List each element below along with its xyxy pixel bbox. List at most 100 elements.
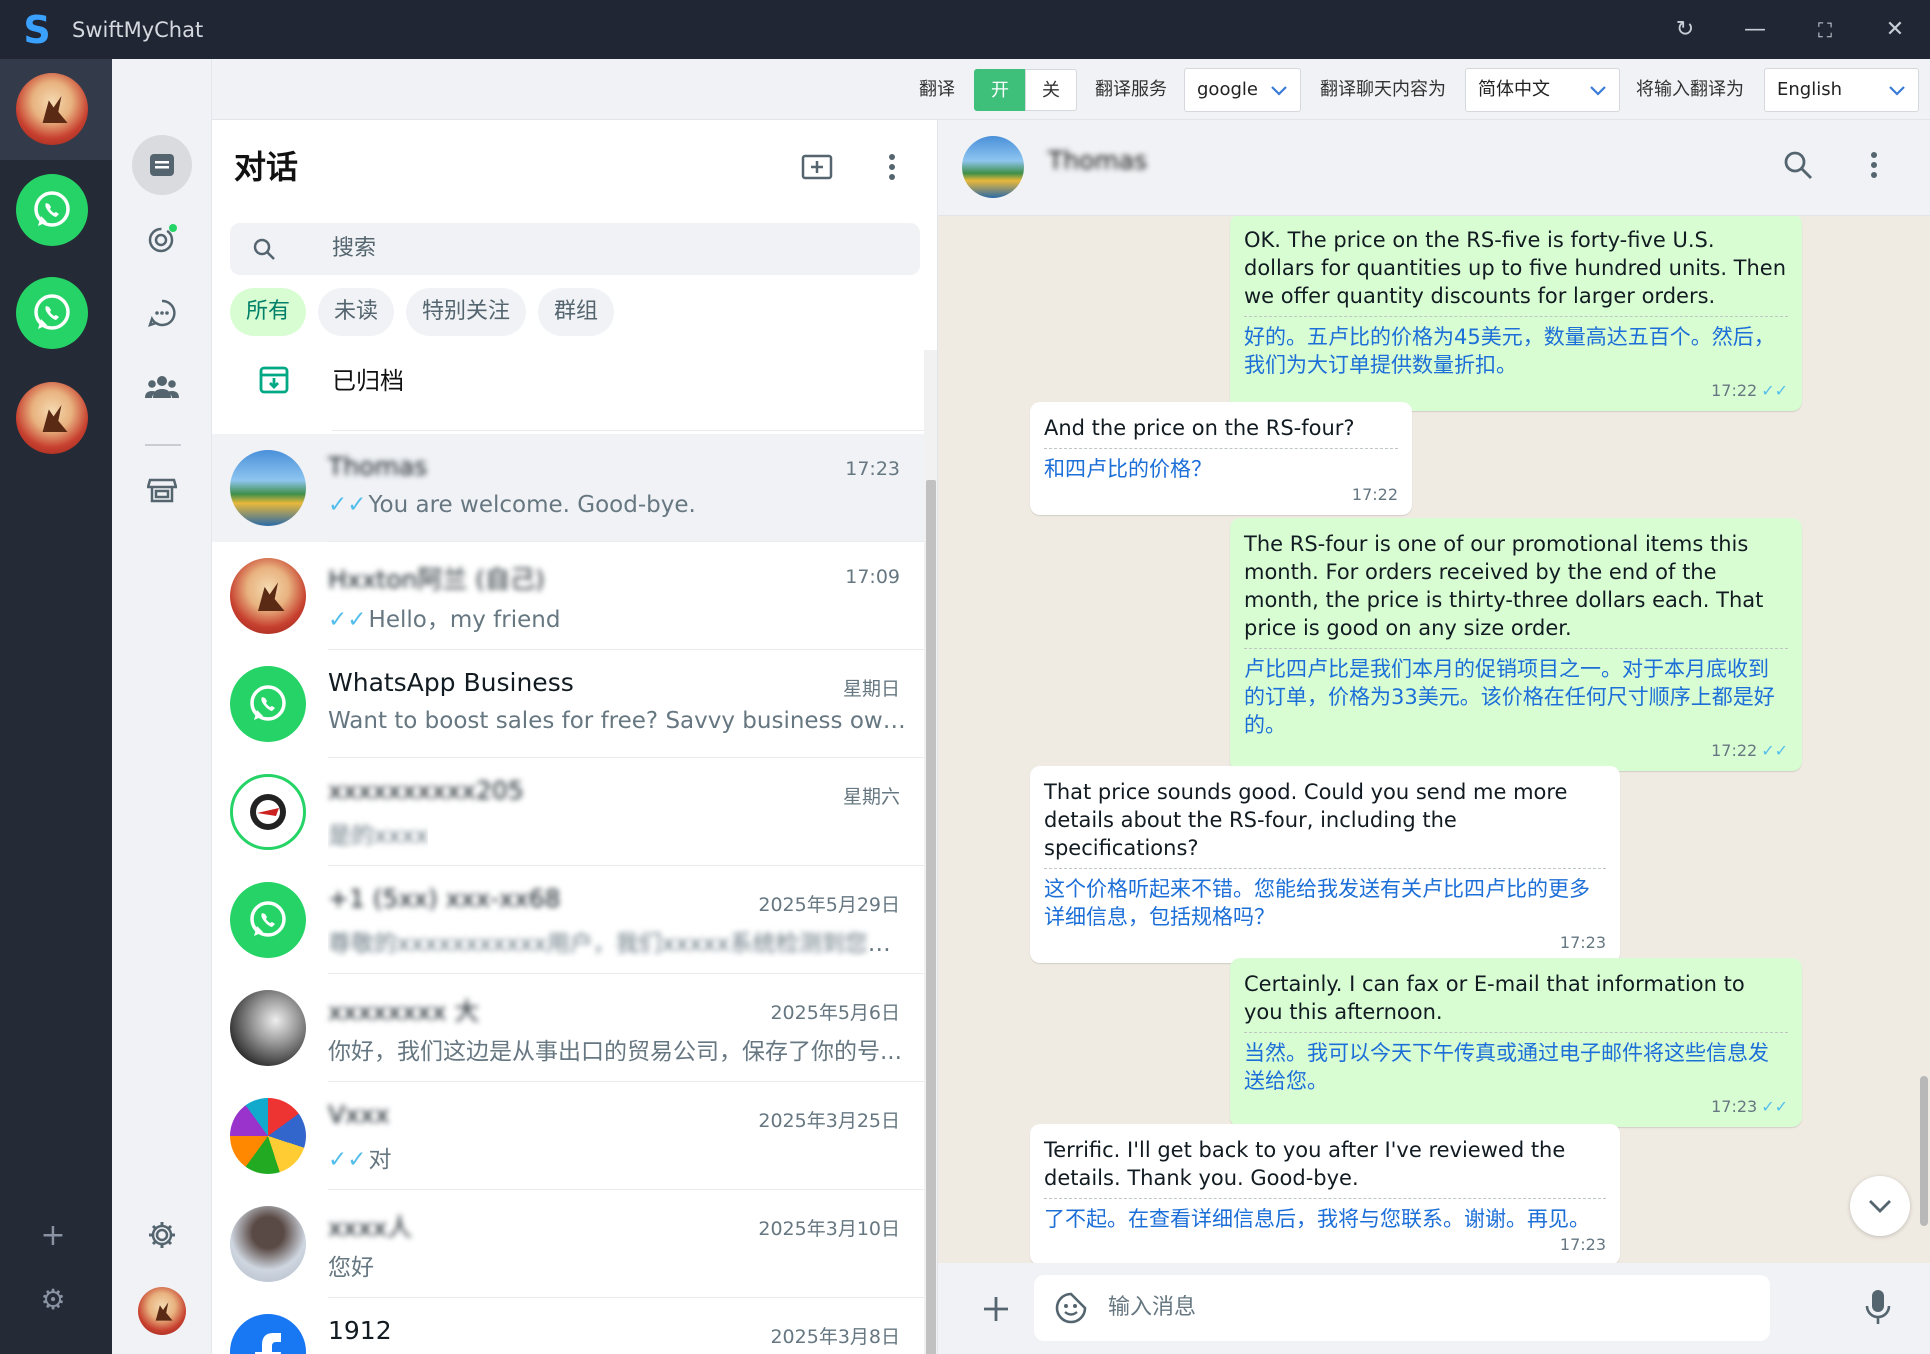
outgoing-message[interactable]: OK. The price on the RS-five is forty-fi… (1230, 216, 1802, 411)
conversation-panel: Thomas OK. The price on the RS-five is f… (938, 120, 1930, 1354)
chat-list-scrollbar[interactable] (924, 350, 937, 1354)
nav-chats[interactable] (132, 135, 192, 195)
chat-time: 星期日 (842, 678, 900, 700)
account-whatsapp-1[interactable] (16, 174, 88, 246)
account-avatar-2[interactable] (16, 382, 88, 454)
chat-translate-select[interactable]: 简体中文 (1465, 68, 1620, 112)
incoming-message[interactable]: Terrific. I'll get back to you after I'v… (1030, 1124, 1620, 1263)
translate-off-button[interactable]: 关 (1025, 69, 1077, 111)
list-menu-button[interactable] (882, 150, 902, 184)
contact-avatar[interactable] (962, 136, 1024, 198)
chat-avatar (230, 990, 306, 1066)
message-meta: 17:22 ✓✓ (1244, 741, 1788, 761)
chat-avatar (230, 558, 306, 634)
nav-profile[interactable] (132, 1281, 192, 1341)
incoming-message[interactable]: And the price on the RS-four? 和四卢比的价格？ 17:… (1030, 402, 1412, 515)
chat-name: xxxxxxxxxx205 (328, 776, 524, 805)
nav-status[interactable] (132, 209, 192, 269)
chat-row[interactable]: +1 (5xx) xxx-xx68 2025年5月29日 尊敬的xxxxxxxxxx… (212, 866, 924, 974)
chat-preview: ✓✓You are welcome. Good-bye. (328, 492, 696, 518)
chat-row[interactable]: Thomas 17:23 ✓✓You are welcome. Good-bye. (212, 434, 924, 542)
nav-communities[interactable] (132, 357, 192, 417)
whatsapp-icon (250, 901, 286, 937)
search-icon (252, 237, 276, 265)
chat-time: 星期六 (842, 786, 900, 808)
voice-message-button[interactable] (1864, 1287, 1892, 1331)
account-whatsapp-2[interactable] (16, 277, 88, 349)
account-rail: + ⚙ (0, 59, 112, 1354)
add-account-button[interactable]: + (38, 1221, 68, 1251)
emoji-button[interactable] (1054, 1291, 1088, 1329)
message-scrollbar[interactable] (1918, 216, 1930, 1263)
message-meta: 17:22 (1044, 485, 1398, 505)
message-time: 17:22 (1711, 381, 1758, 400)
search-icon (1784, 151, 1812, 179)
message-input[interactable]: 输入消息 (1108, 1275, 1196, 1341)
chip-groups[interactable]: 群组 (538, 288, 615, 336)
translate-on-button[interactable]: 开 (974, 69, 1026, 111)
message-text: And the price on the RS-four? (1044, 416, 1355, 440)
chat-preview: Want to boost sales for free? Savvy busi… (328, 708, 908, 734)
whatsapp-icon (34, 294, 70, 330)
scroll-to-bottom-button[interactable] (1850, 1176, 1910, 1236)
maximize-button[interactable]: ⛶ (1790, 0, 1860, 59)
chat-row[interactable]: xxxx人 2025年3月10日 您好 (212, 1190, 924, 1298)
chat-preview: 你好，我们这边是从事出口的贸易公司，保存了你的号... (328, 1032, 902, 1066)
chat-row[interactable]: xxxxxxxxxx205 星期六是的xxxx (212, 758, 924, 866)
close-icon: ✕ (1885, 17, 1905, 42)
chat-row[interactable]: Vxxx 2025年3月25日 ✓✓对 (212, 1082, 924, 1190)
chat-row[interactable]: 1912 2025年3月8日 (212, 1298, 924, 1354)
archived-row[interactable]: 已归档 (212, 348, 937, 414)
chip-unread[interactable]: 未读 (318, 288, 395, 336)
search-input[interactable]: 搜索 (332, 223, 376, 275)
chat-time: 17:23 (845, 458, 900, 480)
double-check-icon: ✓✓ (1761, 741, 1788, 760)
close-button[interactable]: ✕ (1860, 0, 1930, 59)
chat-preview-text: 尊敬的xxxxxxxxxxx用户，我们xxxxx系统检测到您目前... (328, 931, 908, 957)
message-translation: 了不起。在查看详细信息后，我将与您联系。谢谢。再见。 (1044, 1198, 1606, 1233)
service-select[interactable]: google (1184, 68, 1301, 112)
message-text: OK. The price on the RS-five is forty-fi… (1244, 228, 1787, 308)
chat-list-scroll-thumb[interactable] (926, 480, 936, 1354)
plus-icon: + (40, 1218, 66, 1253)
account-avatar-1[interactable] (16, 73, 88, 145)
message-time: 17:22 (1351, 485, 1398, 504)
message-translation: 卢比四卢比是我们本月的促销项目之一。对于本月底收到的订单，价格为33美元。该价格… (1244, 648, 1788, 739)
outgoing-message[interactable]: The RS-four is one of our promotional it… (1230, 518, 1802, 771)
app-logo: S (23, 7, 51, 52)
maximize-icon: ⛶ (1818, 17, 1832, 42)
chat-preview: 您好 (328, 1248, 374, 1282)
rail-settings-button[interactable]: ⚙ (38, 1285, 68, 1315)
input-translate-select[interactable]: English (1764, 68, 1919, 112)
conversation-search-button[interactable] (1783, 150, 1813, 184)
message-scroll-thumb[interactable] (1920, 1076, 1928, 1226)
new-chat-button[interactable] (800, 150, 834, 184)
chat-row[interactable]: xxxxxxxx 大 2025年5月6日 你好，我们这边是从事出口的贸易公司，保存了… (212, 974, 924, 1082)
translate-label: 翻译 (919, 79, 955, 100)
chat-preview: 是的xxxx (328, 816, 428, 850)
search-box[interactable]: 搜索 (230, 223, 920, 275)
minimize-button[interactable]: — (1720, 0, 1790, 59)
nav-business-tools[interactable] (132, 460, 192, 520)
conversation-header[interactable]: Thomas (938, 120, 1930, 216)
nav-settings[interactable] (132, 1205, 192, 1265)
message-time: 17:22 (1711, 741, 1758, 760)
plus-icon (984, 1297, 1008, 1321)
message-input-field[interactable]: 输入消息 (1034, 1275, 1770, 1341)
chat-row[interactable]: Hxxton阿兰 (自己) 17:09 ✓✓Hello，my friend (212, 542, 924, 650)
chat-preview-text: Want to boost sales for free? Savvy busi… (328, 708, 908, 734)
chat-avatar (230, 882, 306, 958)
message-list[interactable]: OK. The price on the RS-five is forty-fi… (938, 216, 1930, 1263)
refresh-button[interactable]: ↻ (1650, 0, 1720, 59)
input-translate-label: 将输入翻译为 (1636, 79, 1744, 100)
chip-all[interactable]: 所有 (230, 288, 307, 336)
incoming-message[interactable]: That price sounds good. Could you send m… (1030, 766, 1620, 963)
outgoing-message[interactable]: Certainly. I can fax or E-mail that info… (1230, 958, 1802, 1127)
chat-row[interactable]: WhatsApp Business 星期日 Want to boost sales … (212, 650, 924, 758)
nav-channels[interactable] (132, 283, 192, 343)
conversation-menu-button[interactable] (1868, 150, 1880, 184)
message-time: 17:23 (1559, 933, 1606, 952)
attach-button[interactable] (974, 1287, 1018, 1331)
message-translation: 和四卢比的价格？ (1044, 448, 1398, 483)
chip-favorites[interactable]: 特别关注 (406, 288, 527, 336)
